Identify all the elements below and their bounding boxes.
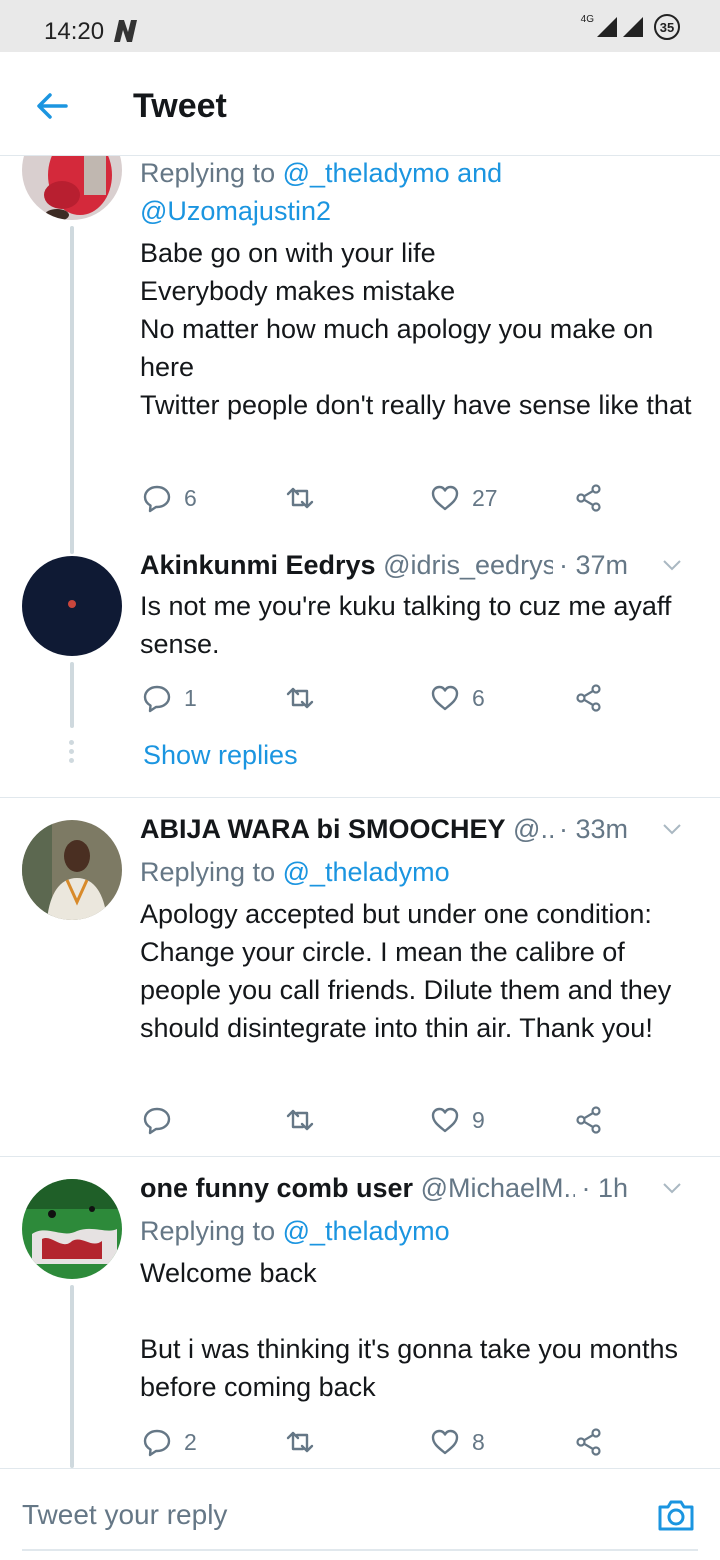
camera-icon[interactable] (656, 1497, 696, 1533)
reply-icon (143, 1429, 171, 1457)
tweet-time: · 33m (552, 814, 628, 845)
tweet-actions: 2 8 (140, 1422, 620, 1462)
tweet-actions: 9 (140, 1100, 620, 1140)
chevron-down-icon[interactable] (662, 1181, 682, 1195)
reply-icon (143, 685, 171, 713)
share-button[interactable] (574, 478, 604, 518)
tweet-text: Babe go on with your life Everybody make… (140, 238, 692, 420)
retweet-button[interactable] (285, 1422, 315, 1462)
divider (0, 1156, 720, 1157)
thread-connector (70, 226, 74, 554)
thread-dots (69, 740, 75, 767)
reply-count: 1 (184, 684, 197, 711)
like-count: 6 (472, 684, 485, 711)
page-title: Tweet (133, 87, 227, 125)
share-button[interactable] (574, 678, 604, 718)
like-button[interactable]: 8 (430, 1422, 485, 1462)
retweet-icon (286, 1431, 314, 1453)
tweet-header: ABIJA WARA bi SMOOCHEY @... · 33m (140, 814, 690, 850)
thread-connector (70, 1285, 74, 1468)
input-underline (22, 1549, 698, 1551)
like-count: 8 (472, 1428, 485, 1455)
app-header: Tweet (0, 52, 720, 156)
reply-button[interactable] (142, 1100, 172, 1140)
tweet-header: one funny comb user @MichaelM... · 1h (140, 1173, 690, 1209)
battery-icon: 35 (654, 14, 680, 40)
username[interactable]: @idris_eedrys (383, 550, 556, 580)
retweet-icon (286, 687, 314, 709)
share-icon (576, 684, 601, 712)
mention-link[interactable]: @_theladymo (283, 158, 450, 188)
tweet-time: · 1h (575, 1173, 628, 1204)
status-icons: 4G 35 (579, 14, 680, 40)
tweet-thread[interactable]: Replying to @_theladymo and @Uzomajustin… (0, 156, 720, 1468)
share-icon (576, 1106, 601, 1134)
display-name[interactable]: one funny comb user (140, 1173, 413, 1203)
avatar[interactable] (22, 820, 122, 920)
status-time: 14:20 (44, 18, 105, 45)
reply-button[interactable]: 1 (142, 678, 197, 718)
tweet-actions: 6 27 (140, 478, 620, 518)
reply-count: 6 (184, 484, 197, 511)
like-button[interactable]: 9 (430, 1100, 485, 1140)
retweet-button[interactable] (285, 478, 315, 518)
mention-link[interactable]: @_theladymo (283, 857, 450, 887)
heart-icon (431, 685, 459, 711)
like-button[interactable]: 27 (430, 478, 498, 518)
reply-button[interactable]: 2 (142, 1422, 197, 1462)
tweet-text: Is not me you're kuku talking to cuz me … (140, 591, 672, 659)
chevron-down-icon[interactable] (662, 558, 682, 572)
replying-to: Replying to @_theladymo and @Uzomajustin… (140, 158, 503, 226)
tweet-text: Welcome back But i was thinking it's gon… (140, 1258, 678, 1402)
username[interactable]: @MichaelM... (421, 1173, 586, 1203)
mention-link[interactable]: @Uzomajustin2 (140, 196, 331, 226)
reply-input[interactable] (22, 1499, 582, 1531)
heart-icon (431, 485, 459, 511)
replying-to: Replying to @_theladymo (140, 857, 450, 887)
retweet-icon (286, 1109, 314, 1131)
heart-icon (431, 1107, 459, 1133)
tweet-time: · 37m (552, 550, 628, 581)
tweet-text: Apology accepted but under one condition… (140, 899, 672, 1043)
mention-link[interactable]: @_theladymo (283, 1216, 450, 1246)
avatar[interactable] (22, 556, 122, 656)
share-icon (576, 484, 601, 512)
back-arrow-icon[interactable] (30, 84, 74, 128)
avatar[interactable] (22, 156, 122, 220)
heart-icon (431, 1429, 459, 1455)
reply-composer (0, 1468, 720, 1560)
tweet-actions: 1 6 (140, 678, 620, 718)
signal-icon-2 (623, 17, 643, 37)
notification-n-icon (114, 20, 137, 42)
retweet-button[interactable] (285, 678, 315, 718)
network-type: 4G (580, 13, 594, 25)
avatar[interactable] (22, 1179, 122, 1279)
like-button[interactable]: 6 (430, 678, 485, 718)
thread-connector (70, 662, 74, 728)
status-bar: 14:20 4G 35 (0, 0, 720, 52)
share-button[interactable] (574, 1100, 604, 1140)
display-name[interactable]: ABIJA WARA bi SMOOCHEY (140, 814, 506, 844)
like-count: 27 (472, 484, 498, 511)
chevron-down-icon[interactable] (662, 822, 682, 836)
tweet-header: Akinkunmi Eedrys @idris_eedrys · 37m (140, 550, 690, 586)
retweet-button[interactable] (285, 1100, 315, 1140)
reply-icon (143, 1107, 171, 1135)
display-name[interactable]: Akinkunmi Eedrys (140, 550, 376, 580)
retweet-icon (286, 487, 314, 509)
like-count: 9 (472, 1106, 485, 1133)
reply-count: 2 (184, 1428, 197, 1455)
reply-button[interactable]: 6 (142, 478, 197, 518)
share-icon (576, 1428, 601, 1456)
divider (0, 797, 720, 798)
replying-to: Replying to @_theladymo (140, 1216, 450, 1246)
show-replies-link[interactable]: Show replies (143, 740, 298, 771)
share-button[interactable] (574, 1422, 604, 1462)
reply-icon (143, 485, 171, 513)
signal-icon (597, 17, 617, 37)
